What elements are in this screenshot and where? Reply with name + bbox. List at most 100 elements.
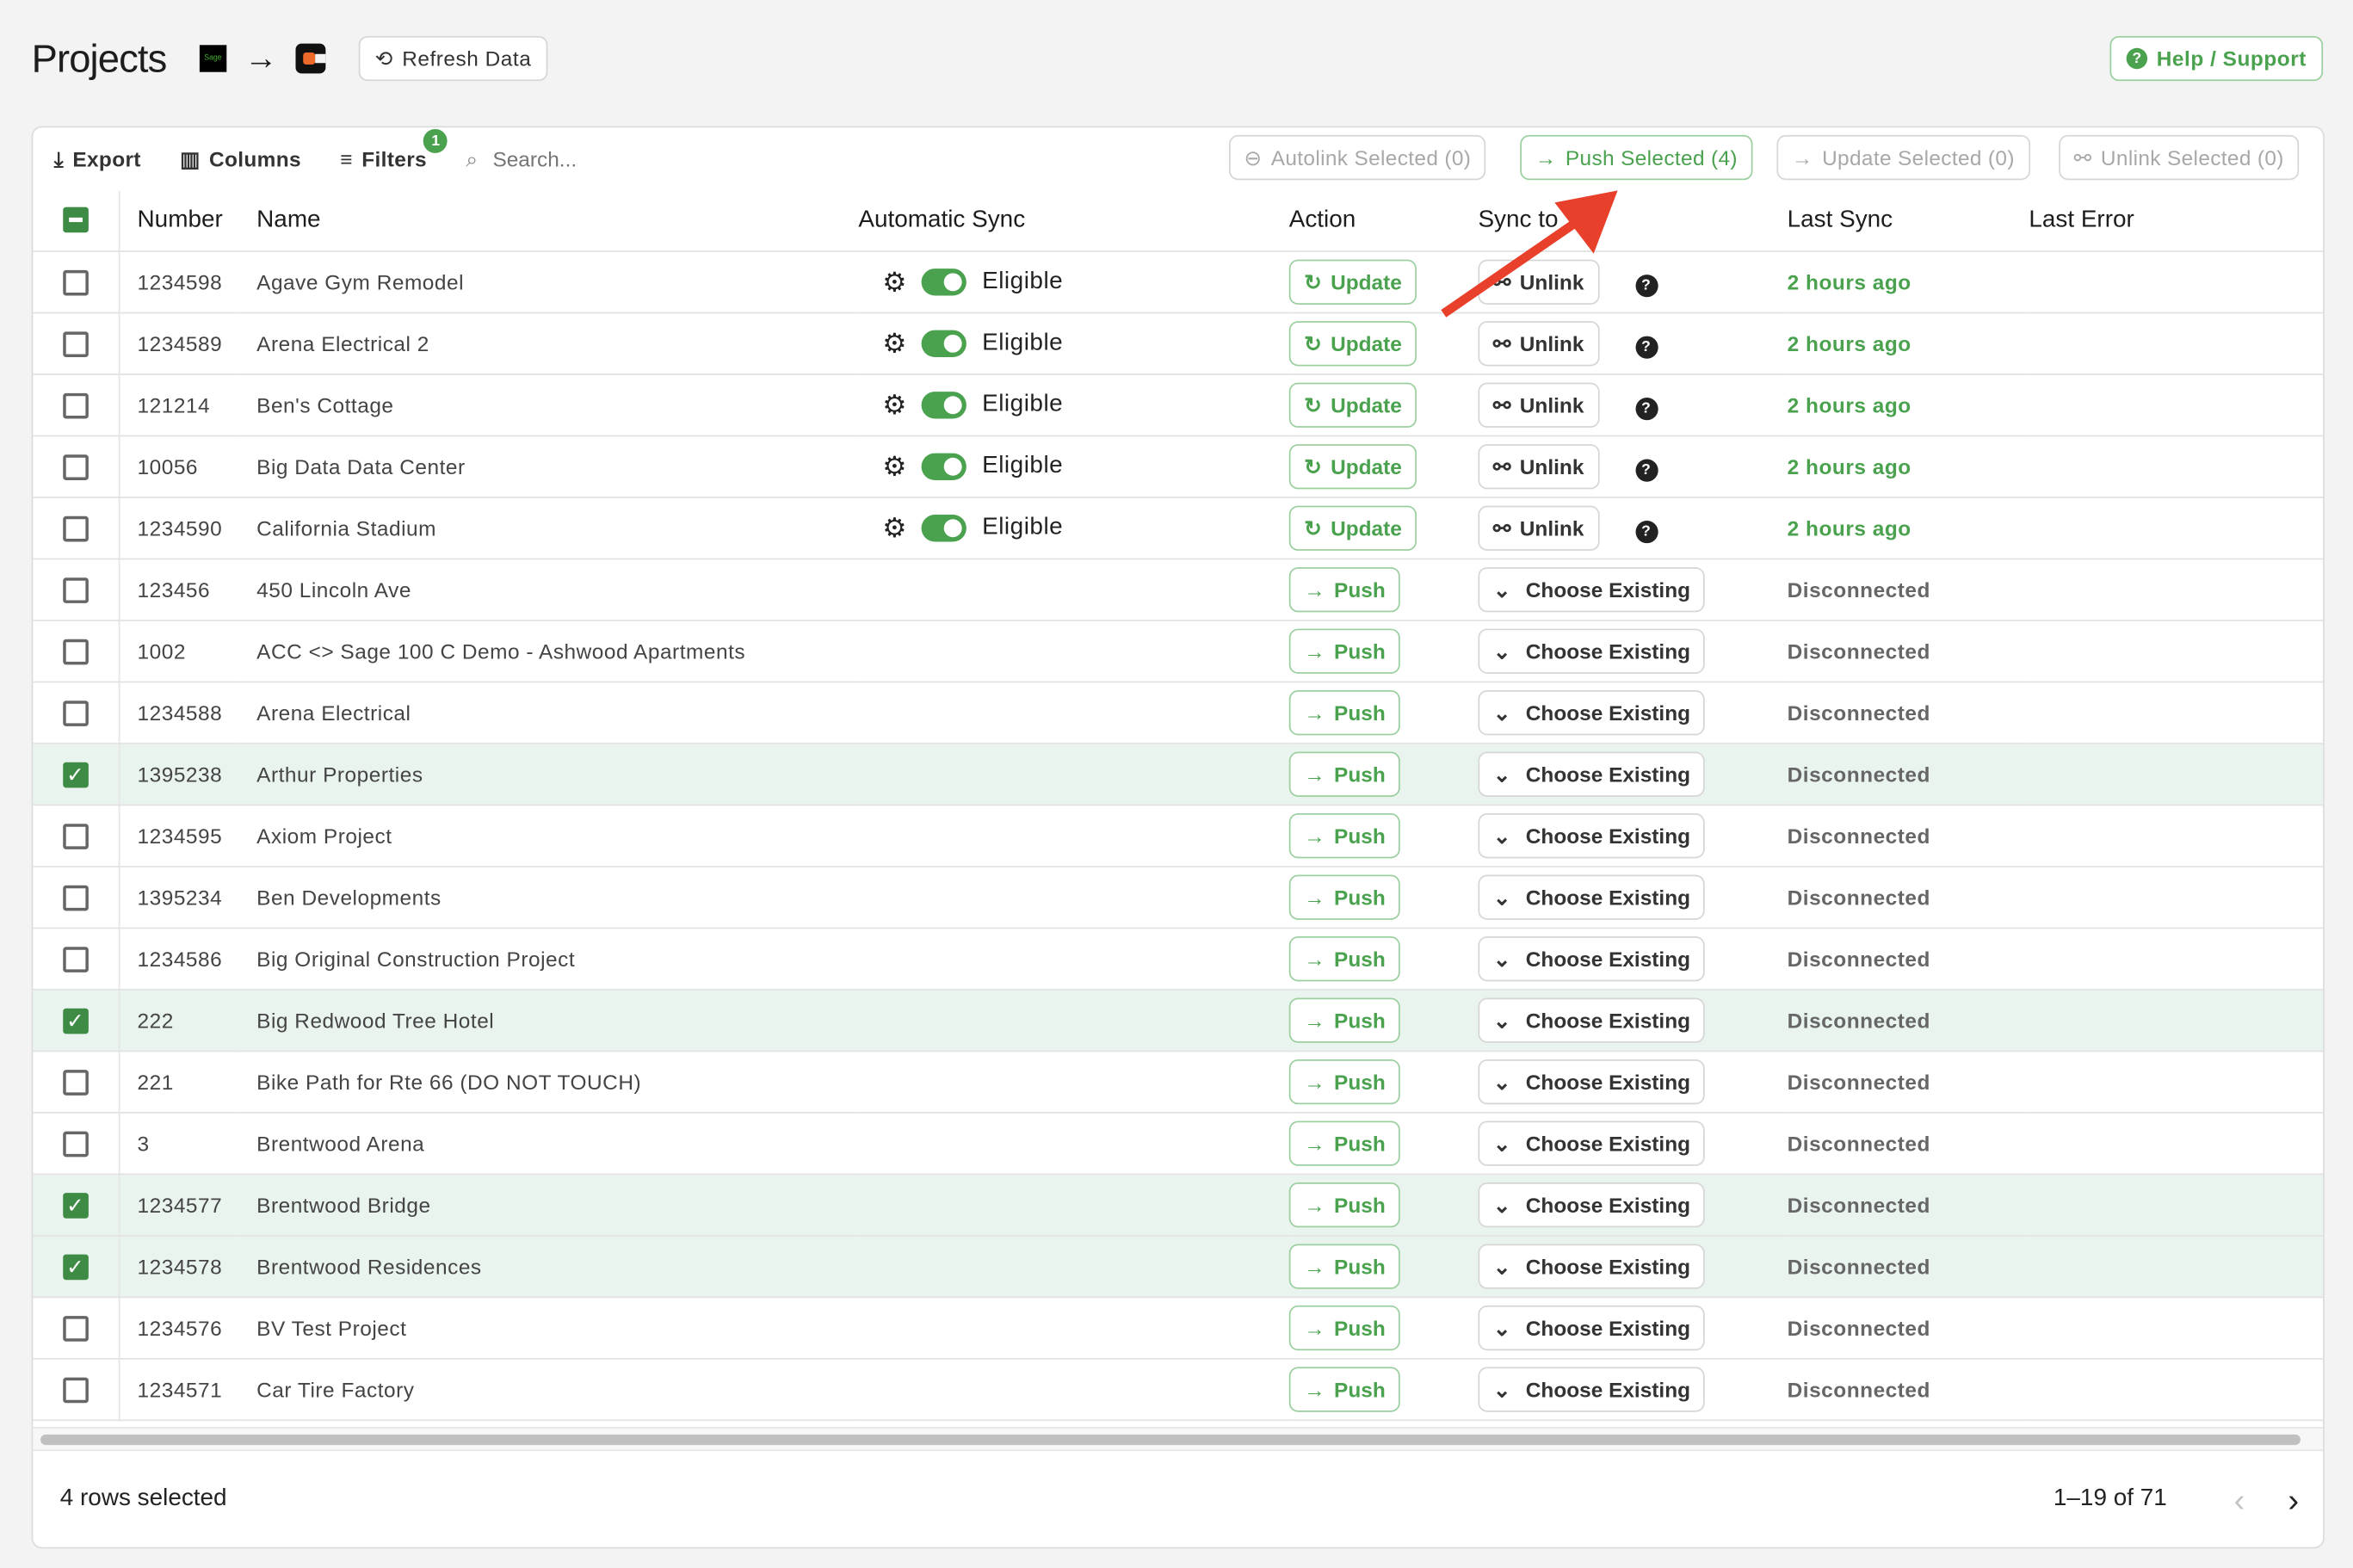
row-checkbox[interactable] [62,885,89,911]
row-checkbox[interactable]: ✓ [62,1254,89,1281]
table-row[interactable]: 1234586 Big Original Construction Projec… [33,928,2324,991]
choose-existing-dropdown[interactable]: ⌄ Choose Existing [1478,1059,1706,1105]
push-button[interactable]: → Push [1288,751,1401,797]
gear-icon[interactable]: ⚙ [882,328,907,360]
row-checkbox[interactable] [62,515,89,542]
table-row[interactable]: 3 Brentwood Arena → Push ⌄ Choose Existing… [33,1112,2324,1176]
unlink-button[interactable]: ⚯ Unlink [1478,321,1599,367]
row-checkbox[interactable] [62,1315,89,1342]
choose-existing-dropdown[interactable]: ⌄ Choose Existing [1478,628,1706,674]
push-button[interactable]: → Push [1288,1305,1401,1351]
unlink-button[interactable]: ⚯ Unlink [1478,505,1599,551]
table-row[interactable]: 10056 Big Data Data Center ⚙ Eligible ↻ Up… [33,435,2324,498]
horizontal-scrollbar[interactable] [33,1427,2324,1452]
choose-existing-dropdown[interactable]: ⌄ Choose Existing [1478,567,1706,613]
table-row[interactable]: 1395234 Ben Developments → Push ⌄ Choose E… [33,866,2324,929]
table-row[interactable]: 1002 ACC <> Sage 100 C Demo - Ashwood Ap… [33,620,2324,683]
push-button[interactable]: → Push [1288,1244,1401,1289]
filters-button[interactable]: ≡ Filters 1 [340,127,451,171]
row-checkbox[interactable] [62,701,89,726]
update-button[interactable]: ↻ Update [1288,505,1417,551]
row-checkbox[interactable] [62,331,89,357]
push-button[interactable]: → Push [1288,1367,1401,1412]
push-button[interactable]: → Push [1288,1059,1401,1105]
row-checkbox[interactable] [62,947,89,972]
row-checkbox[interactable]: ✓ [62,1008,89,1034]
search-input[interactable] [489,145,676,173]
table-row[interactable]: ✓ 222 Big Redwood Tree Hotel → Push ⌄ Choo… [33,989,2324,1053]
scrollbar-thumb[interactable] [40,1434,2301,1446]
gear-icon[interactable]: ⚙ [882,512,907,544]
unlink-button[interactable]: ⚯ Unlink [1478,382,1599,428]
help-icon[interactable]: ? [1634,274,1658,297]
push-button[interactable]: → Push [1288,690,1401,736]
update-button[interactable]: ↻ Update [1288,444,1417,490]
gear-icon[interactable]: ⚙ [882,266,907,298]
table-row[interactable]: 1234589 Arena Electrical 2 ⚙ Eligible ↻ Up… [33,312,2324,375]
search-field[interactable]: ⌕ [466,145,676,173]
row-checkbox[interactable] [62,392,89,419]
help-icon[interactable]: ? [1634,520,1658,543]
push-button[interactable]: → Push [1288,628,1401,674]
auto-sync-toggle[interactable] [922,453,967,480]
update-button[interactable]: ↻ Update [1288,321,1417,367]
push-button[interactable]: → Push [1288,997,1401,1043]
choose-existing-dropdown[interactable]: ⌄ Choose Existing [1478,936,1706,982]
column-header-last-sync[interactable]: Last Sync [1787,190,2029,252]
row-checkbox[interactable] [62,454,89,480]
row-checkbox[interactable]: ✓ [62,762,89,788]
gear-icon[interactable]: ⚙ [882,451,907,483]
choose-existing-dropdown[interactable]: ⌄ Choose Existing [1478,813,1706,859]
columns-button[interactable]: ▥ Columns [180,146,301,172]
push-button[interactable]: → Push [1288,813,1401,859]
table-row[interactable]: 1234588 Arena Electrical → Push ⌄ Choose E… [33,682,2324,744]
choose-existing-dropdown[interactable]: ⌄ Choose Existing [1478,1244,1706,1289]
choose-existing-dropdown[interactable]: ⌄ Choose Existing [1478,751,1706,797]
update-button[interactable]: ↻ Update [1288,382,1417,428]
gear-icon[interactable]: ⚙ [882,389,907,421]
table-row[interactable]: 221 Bike Path for Rte 66 (DO NOT TOUCH) … [33,1051,2324,1114]
table-row[interactable]: 1234590 California Stadium ⚙ Eligible ↻ Up… [33,497,2324,560]
choose-existing-dropdown[interactable]: ⌄ Choose Existing [1478,690,1706,736]
row-checkbox[interactable] [62,1069,89,1096]
select-all-checkbox[interactable] [62,207,89,233]
push-button[interactable]: → Push [1288,1182,1401,1228]
unlink-selected-button[interactable]: ⚯ Unlink Selected (0) [2059,134,2300,181]
table-row[interactable]: ✓ 1234578 Brentwood Residences → Push ⌄ Ch… [33,1235,2324,1299]
push-button[interactable]: → Push [1288,1120,1401,1166]
column-header-automatic-sync[interactable]: Automatic Sync [858,190,1289,252]
auto-sync-toggle[interactable] [922,330,967,357]
autolink-selected-button[interactable]: ⊖ Autolink Selected (0) [1229,134,1486,181]
help-icon[interactable]: ? [1634,335,1658,358]
choose-existing-dropdown[interactable]: ⌄ Choose Existing [1478,997,1706,1043]
column-header-action[interactable]: Action [1288,190,1479,252]
push-button[interactable]: → Push [1288,874,1401,920]
update-selected-button[interactable]: → Update Selected (0) [1776,134,2030,181]
update-button[interactable]: ↻ Update [1288,259,1417,305]
column-header-sync-to[interactable]: Sync to [1478,190,1788,252]
previous-page-button[interactable]: ‹ [2234,1481,2245,1520]
row-checkbox[interactable]: ✓ [62,1192,89,1219]
column-header-last-error[interactable]: Last Error [2029,190,2324,252]
choose-existing-dropdown[interactable]: ⌄ Choose Existing [1478,874,1706,920]
column-header-number[interactable]: Number [118,190,239,252]
column-header-name[interactable]: Name [238,190,859,252]
help-icon[interactable]: ? [1634,397,1658,420]
table-row[interactable]: 1234576 BV Test Project → Push ⌄ Choose Ex… [33,1297,2324,1360]
table-row[interactable]: 1234595 Axiom Project → Push ⌄ Choose Exis… [33,805,2324,867]
table-row[interactable]: ✓ 1395238 Arthur Properties → Push ⌄ Choos… [33,743,2324,806]
push-button[interactable]: → Push [1288,936,1401,982]
row-checkbox[interactable] [62,1377,89,1404]
push-button[interactable]: → Push [1288,567,1401,613]
next-page-button[interactable]: › [2288,1481,2299,1520]
export-button[interactable]: ⤓ Export [54,146,141,172]
auto-sync-toggle[interactable] [922,515,967,542]
table-row[interactable]: 121214 Ben's Cottage ⚙ Eligible ↻ Update ⚯… [33,374,2324,437]
row-checkbox[interactable] [62,577,89,603]
row-checkbox[interactable] [62,824,89,849]
table-row[interactable]: 123456 450 Lincoln Ave → Push ⌄ Choose Exi… [33,559,2324,621]
choose-existing-dropdown[interactable]: ⌄ Choose Existing [1478,1367,1706,1412]
choose-existing-dropdown[interactable]: ⌄ Choose Existing [1478,1182,1706,1228]
push-selected-button[interactable]: → Push Selected (4) [1520,134,1753,181]
row-checkbox[interactable] [62,1131,89,1157]
